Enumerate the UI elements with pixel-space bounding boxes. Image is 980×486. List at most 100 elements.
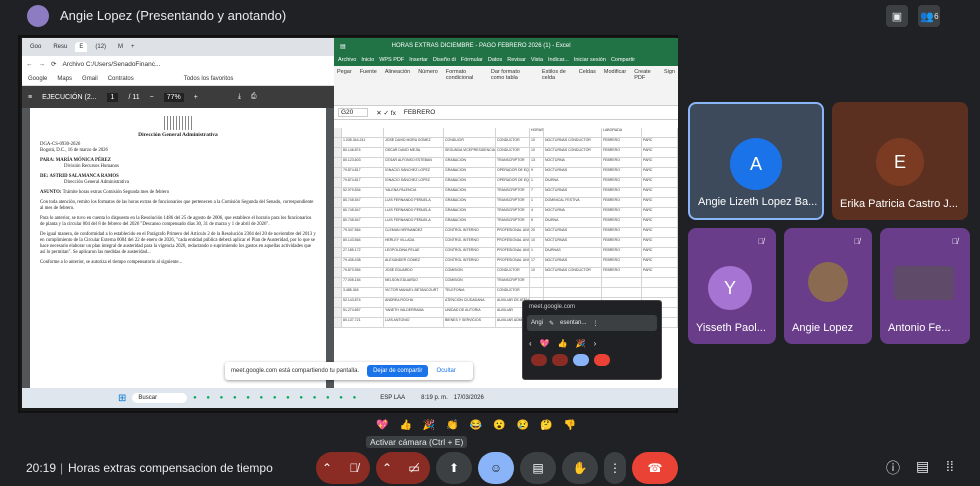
- participant-tile[interactable]: 🎙̸ Angie Lopez: [784, 228, 872, 344]
- table-cell[interactable]: TRANSCRIPTOR: [496, 218, 530, 227]
- ribbon-item[interactable]: Fuente: [360, 69, 377, 102]
- table-cell[interactable]: TRANSCRIPTOR: [496, 208, 530, 217]
- ribbon-item[interactable]: Estilos de celda: [542, 69, 571, 102]
- row-header[interactable]: [334, 238, 342, 247]
- excel-menu-item[interactable]: Revisar: [507, 57, 526, 63]
- table-cell[interactable]: 5: [530, 218, 544, 227]
- chevron-right-icon[interactable]: ›: [594, 339, 597, 348]
- table-cell[interactable]: DIURNA: [544, 218, 602, 227]
- table-cell[interactable]: 77.005.154: [342, 278, 384, 287]
- table-cell[interactable]: NOCTURNAS: [544, 238, 602, 247]
- table-cell[interactable]: [544, 288, 602, 297]
- heart-icon[interactable]: 💖: [376, 420, 388, 436]
- row-header[interactable]: [334, 288, 342, 297]
- more-icon[interactable]: ⋮: [592, 320, 598, 327]
- table-cell[interactable]: YALENA PALENCIA: [384, 188, 444, 197]
- table-cell[interactable]: [602, 288, 642, 297]
- table-cell[interactable]: PARC: [642, 228, 678, 237]
- row-header[interactable]: [334, 138, 342, 147]
- table-cell[interactable]: PARC: [642, 198, 678, 207]
- table-cell[interactable]: JOSÉ DAVID MORA GÓMEZ: [384, 138, 444, 147]
- taskbar-search[interactable]: Buscar: [132, 393, 188, 403]
- table-cell[interactable]: CONDUCTOR: [496, 148, 530, 157]
- table-cell[interactable]: GRABACION: [444, 198, 496, 207]
- table-cell[interactable]: LEOPOLDINA PELAE: [384, 248, 444, 257]
- taskbar-apps-icon[interactable]: ● ● ● ● ● ● ● ● ● ● ● ● ●: [193, 395, 360, 401]
- row-header[interactable]: [334, 298, 342, 307]
- table-cell[interactable]: [544, 128, 602, 137]
- thumbs-up-icon[interactable]: 👍: [558, 339, 568, 348]
- ribbon-item[interactable]: Modificar: [604, 69, 626, 102]
- table-cell[interactable]: PARC: [642, 178, 678, 187]
- table-cell[interactable]: LUIS ANTONIO: [384, 318, 444, 327]
- row-header[interactable]: [334, 178, 342, 187]
- table-cell[interactable]: [342, 128, 384, 137]
- table-cell[interactable]: CLEMAN HERNANDEZ: [384, 228, 444, 237]
- table-cell[interactable]: UNIDAD DE AUTORIA: [444, 308, 496, 317]
- row-header[interactable]: [334, 258, 342, 267]
- table-cell[interactable]: OPERADOR DE EQUIPO: [496, 178, 530, 187]
- ribbon-item[interactable]: Sign: [664, 69, 675, 102]
- table-cell[interactable]: PARC: [642, 138, 678, 147]
- table-cell[interactable]: 79.874.817: [342, 168, 384, 177]
- table-cell[interactable]: FEBRERO: [602, 148, 642, 157]
- table-cell[interactable]: PARC: [642, 148, 678, 157]
- cell-ref[interactable]: G20: [338, 108, 369, 117]
- pdf-zoom[interactable]: 77%: [163, 92, 184, 102]
- table-cell[interactable]: PARC: [642, 158, 678, 167]
- party-icon[interactable]: 🎉: [576, 339, 586, 348]
- table-cell[interactable]: FEBRERO: [602, 198, 642, 207]
- table-cell[interactable]: FEBRERO: [602, 268, 642, 277]
- table-cell[interactable]: TRANSCRIPTOR: [496, 188, 530, 197]
- thumbs-down-icon[interactable]: 👎: [564, 420, 576, 436]
- row-header[interactable]: [334, 168, 342, 177]
- table-cell[interactable]: 20: [530, 228, 544, 237]
- bookmark-all[interactable]: Todos los favoritos: [184, 76, 234, 82]
- table-cell[interactable]: FEBRERO: [602, 238, 642, 247]
- table-cell[interactable]: DOMINICAL FESTIVA: [544, 198, 602, 207]
- row-header[interactable]: [334, 278, 342, 287]
- back-icon[interactable]: ←: [26, 61, 33, 68]
- windows-start-icon[interactable]: ⊞: [118, 393, 126, 404]
- table-cell[interactable]: 1: [530, 198, 544, 207]
- table-cell[interactable]: 52.143.874: [342, 298, 384, 307]
- table-cell[interactable]: HERLEY VILLADA: [384, 238, 444, 247]
- table-cell[interactable]: FEBRERO: [602, 248, 642, 257]
- table-cell[interactable]: CONTROL INTERNO: [444, 248, 496, 257]
- zoom-out-icon[interactable]: −: [150, 94, 154, 101]
- table-cell[interactable]: [602, 278, 642, 287]
- excel-menu-item[interactable]: Diseño di: [433, 57, 456, 63]
- table-cell[interactable]: 51.274.657: [342, 308, 384, 317]
- mini-cam-icon[interactable]: [552, 354, 568, 366]
- table-cell[interactable]: NOCTURNAS CONDUCTOR: [544, 268, 602, 277]
- pdf-page-input[interactable]: 1: [106, 92, 119, 102]
- excel-menu-item[interactable]: WPS PDF: [379, 57, 404, 63]
- row-header[interactable]: [334, 248, 342, 257]
- present-button[interactable]: ⬆: [436, 452, 472, 484]
- camera-off-icon[interactable]: ▭̸: [398, 452, 430, 484]
- table-cell[interactable]: 80.137.721: [342, 318, 384, 327]
- table-cell[interactable]: PARC: [642, 238, 678, 247]
- table-cell[interactable]: FEBRERO: [602, 208, 642, 217]
- browser-tab[interactable]: M: [114, 42, 128, 52]
- table-cell[interactable]: NOCTURNA: [544, 208, 602, 217]
- excel-menu-item[interactable]: Iniciar sesión: [574, 57, 606, 63]
- excel-menu-item[interactable]: Datos: [488, 57, 502, 63]
- row-header[interactable]: [334, 148, 342, 157]
- captions-button[interactable]: ▤: [520, 452, 556, 484]
- bookmark-contratos[interactable]: Contratos: [108, 76, 134, 82]
- browser-tab[interactable]: Resu: [49, 42, 72, 52]
- table-cell[interactable]: ATENCION CIUDADANA: [444, 298, 496, 307]
- table-cell[interactable]: YANETH VALDERRAMA: [384, 308, 444, 317]
- address-text[interactable]: Archivo C:/Users/SenadoFinanc...: [62, 61, 160, 68]
- table-cell[interactable]: NELSON EDUARDO: [384, 278, 444, 287]
- row-header[interactable]: [334, 198, 342, 207]
- annotate-icon[interactable]: ✎: [549, 320, 554, 327]
- thumbs-up-icon[interactable]: 👍: [399, 420, 411, 436]
- table-cell[interactable]: PARC: [642, 248, 678, 257]
- browser-tab[interactable]: (12): [91, 42, 111, 52]
- table-cell[interactable]: NOCTURNAS: [544, 258, 602, 267]
- table-cell[interactable]: [544, 278, 602, 287]
- table-cell[interactable]: 27.185.172: [342, 248, 384, 257]
- ribbon-item[interactable]: Número: [418, 69, 438, 102]
